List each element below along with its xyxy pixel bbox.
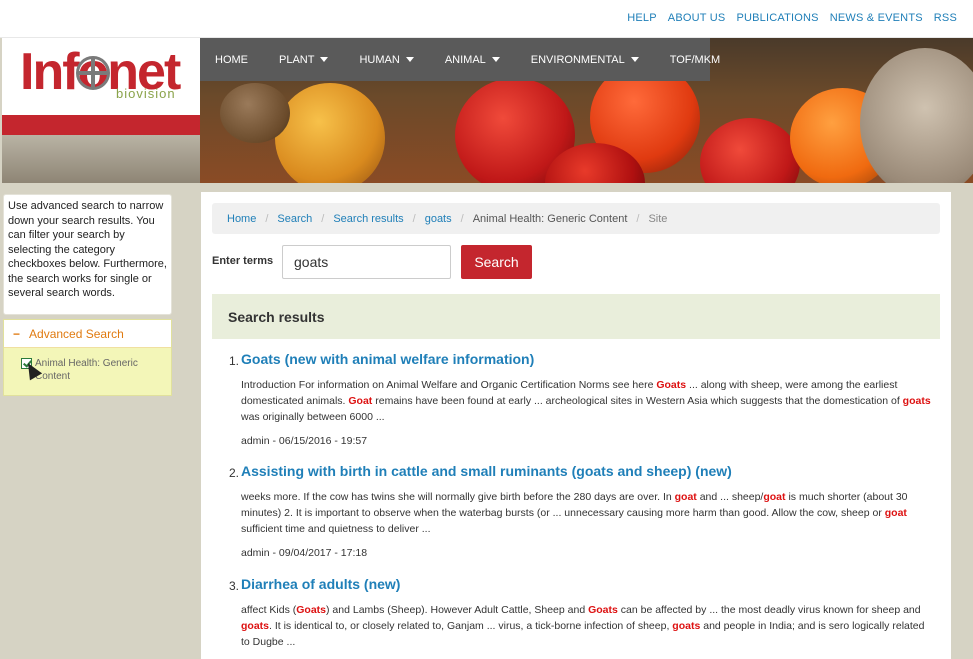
search-label: Enter terms <box>212 255 274 267</box>
globe-cursor-icon <box>76 56 110 90</box>
snippet-text: can be affected by ... the most deadly v… <box>617 604 921 616</box>
banner-left-image <box>2 135 200 183</box>
sidebar-help-text: Use advanced search to narrow down your … <box>3 194 172 315</box>
results-heading: Search results <box>212 294 940 339</box>
advanced-search-panel: − Advanced Search Animal Health: Generic… <box>3 319 172 396</box>
nav-label: TOF/MKM <box>669 53 721 66</box>
fruit-shape <box>700 118 800 183</box>
breadcrumb-search[interactable]: Search <box>277 213 312 225</box>
breadcrumb-separator: / <box>412 212 416 225</box>
top-utility-bar: HELP ABOUT US PUBLICATIONS NEWS & EVENTS… <box>0 0 973 38</box>
result-snippet: weeks more. If the cow has twins she wil… <box>241 489 931 537</box>
filter-checkbox-item[interactable]: Animal Health: Generic Content <box>21 357 171 383</box>
search-term-highlight: Goats <box>656 379 687 391</box>
search-term-highlight: goats <box>902 395 931 407</box>
snippet-text: remains have been found at early ... arc… <box>372 395 903 407</box>
snippet-text: ) and Lambs (Sheep). However Adult Cattl… <box>326 604 589 616</box>
nav-environmental[interactable]: ENVIRONMENTAL <box>531 54 639 66</box>
snippet-text: affect Kids ( <box>241 604 297 616</box>
breadcrumb-search-results[interactable]: Search results <box>333 213 403 225</box>
snippet-text: was originally between 6000 ... <box>241 411 385 423</box>
breadcrumb-separator: / <box>321 212 325 225</box>
nav-label: ENVIRONMENTAL <box>530 53 625 66</box>
nav-human[interactable]: HUMAN <box>359 53 414 66</box>
toplink-help[interactable]: HELP <box>627 12 657 24</box>
result-number: 2. <box>229 466 240 480</box>
toplink-about-us[interactable]: ABOUT US <box>668 12 726 24</box>
breadcrumb: Home / Search / Search results / goats /… <box>212 203 940 234</box>
collapse-minus-icon: − <box>13 326 21 341</box>
breadcrumb-separator: / <box>460 212 464 225</box>
search-term-highlight: Goat <box>348 395 373 407</box>
result-snippet: affect Kids (Goats) and Lambs (Sheep). H… <box>241 602 931 650</box>
nav-plant[interactable]: PLANT <box>279 53 329 66</box>
logo-red-strip <box>2 115 200 135</box>
nav-animal[interactable]: ANIMAL <box>445 54 500 66</box>
nav-home[interactable]: HOME <box>215 54 248 66</box>
result-item: 2. Assisting with birth in cattle and sm… <box>229 462 941 559</box>
nav-label: ANIMAL <box>444 53 486 66</box>
search-input[interactable] <box>282 245 451 279</box>
fruit-shape <box>220 83 290 143</box>
result-item: 1. Goats (new with animal welfare inform… <box>229 350 941 447</box>
main-content: Home / Search / Search results / goats /… <box>201 192 951 659</box>
snippet-text: weeks more. If the cow has twins she wil… <box>241 491 675 503</box>
breadcrumb-separator: / <box>636 212 640 225</box>
result-title-link[interactable]: Goats (new with animal welfare informati… <box>241 350 941 368</box>
result-number: 1. <box>229 354 240 368</box>
breadcrumb-site: Site <box>648 212 668 225</box>
toplink-news-events[interactable]: NEWS & EVENTS <box>830 12 923 24</box>
search-term-highlight: Goats <box>296 604 327 616</box>
caret-down-icon <box>405 57 414 62</box>
snippet-text: sufficient time and quietness to deliver… <box>241 523 431 535</box>
caret-down-icon <box>630 57 639 62</box>
nav-label: PLANT <box>279 53 315 66</box>
snippet-text: Introduction For information on Animal W… <box>241 379 657 391</box>
result-meta: admin - 06/15/2016 - 19:57 <box>241 435 368 447</box>
snippet-text: and ... sheep/ <box>696 491 764 503</box>
nav-label: HOME <box>215 53 248 66</box>
search-term-highlight: goats <box>241 620 270 632</box>
search-term-highlight: goat <box>884 507 907 519</box>
search-term-highlight: goat <box>674 491 697 503</box>
search-button[interactable]: Search <box>461 245 532 279</box>
filter-label: Animal Health: Generic Content <box>35 358 138 382</box>
toplink-rss[interactable]: RSS <box>934 12 957 24</box>
breadcrumb-goats[interactable]: goats <box>425 213 452 225</box>
breadcrumb-category: Animal Health: Generic Content <box>472 212 628 225</box>
toplink-publications[interactable]: PUBLICATIONS <box>736 12 818 24</box>
top-links: HELP ABOUT US PUBLICATIONS NEWS & EVENTS… <box>627 12 957 24</box>
advanced-search-toggle[interactable]: − Advanced Search <box>4 320 171 348</box>
result-number: 3. <box>229 579 240 593</box>
result-title-link[interactable]: Diarrhea of adults (new) <box>241 575 941 593</box>
result-meta: admin - 09/04/2017 - 17:18 <box>241 547 368 559</box>
result-item: 3. Diarrhea of adults (new) affect Kids … <box>229 575 941 650</box>
nav-tof-mkm[interactable]: TOF/MKM <box>670 54 721 66</box>
search-term-highlight: goats <box>672 620 701 632</box>
main-nav: HOME PLANT HUMAN ANIMAL ENVIRONMENTAL TO… <box>200 38 720 81</box>
search-term-highlight: goat <box>763 491 786 503</box>
breadcrumb-separator: / <box>265 212 269 225</box>
fruit-shape <box>860 48 973 183</box>
breadcrumb-home[interactable]: Home <box>227 213 256 225</box>
search-term-highlight: Goats <box>588 604 618 616</box>
fruit-shape <box>275 83 385 183</box>
logo-subtitle: biovision <box>116 86 176 101</box>
result-snippet: Introduction For information on Animal W… <box>241 377 931 425</box>
caret-down-icon <box>320 57 329 62</box>
nav-label: HUMAN <box>359 53 400 66</box>
advanced-search-title: Advanced Search <box>29 326 124 341</box>
result-title-link[interactable]: Assisting with birth in cattle and small… <box>241 462 941 480</box>
caret-down-icon <box>491 57 500 62</box>
snippet-text: . It is identical to, or closely related… <box>269 620 673 632</box>
